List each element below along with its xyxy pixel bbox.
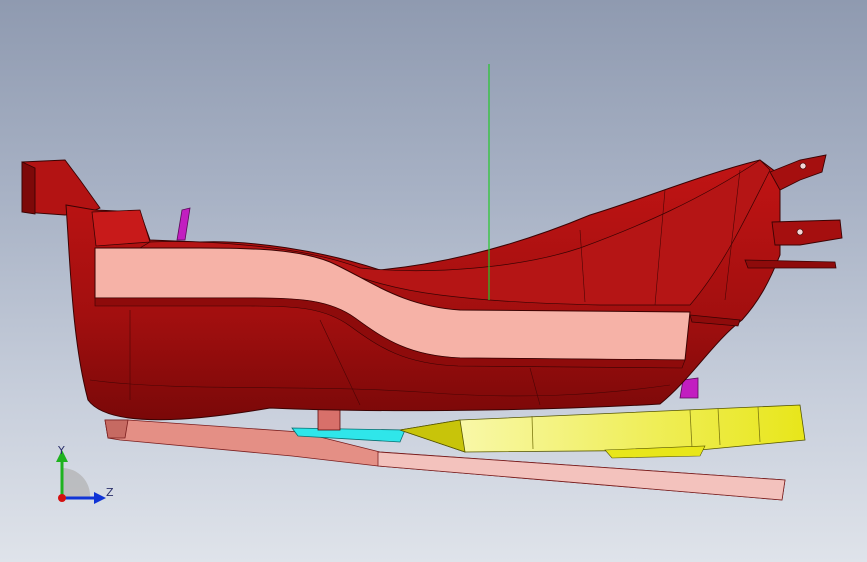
y-axis-label: Y bbox=[57, 444, 65, 457]
triad-quadrant bbox=[62, 467, 91, 498]
triad-origin bbox=[58, 494, 66, 502]
z-axis-label: Z bbox=[106, 486, 114, 499]
cad-3d-viewport[interactable] bbox=[0, 0, 867, 562]
red-tub-body[interactable] bbox=[21, 159, 781, 421]
orientation-triad[interactable]: Y Z bbox=[40, 440, 120, 510]
magenta-pin[interactable] bbox=[176, 207, 191, 241]
yellow-wedge-part[interactable] bbox=[399, 404, 806, 459]
z-axis-arrowhead bbox=[94, 492, 106, 504]
